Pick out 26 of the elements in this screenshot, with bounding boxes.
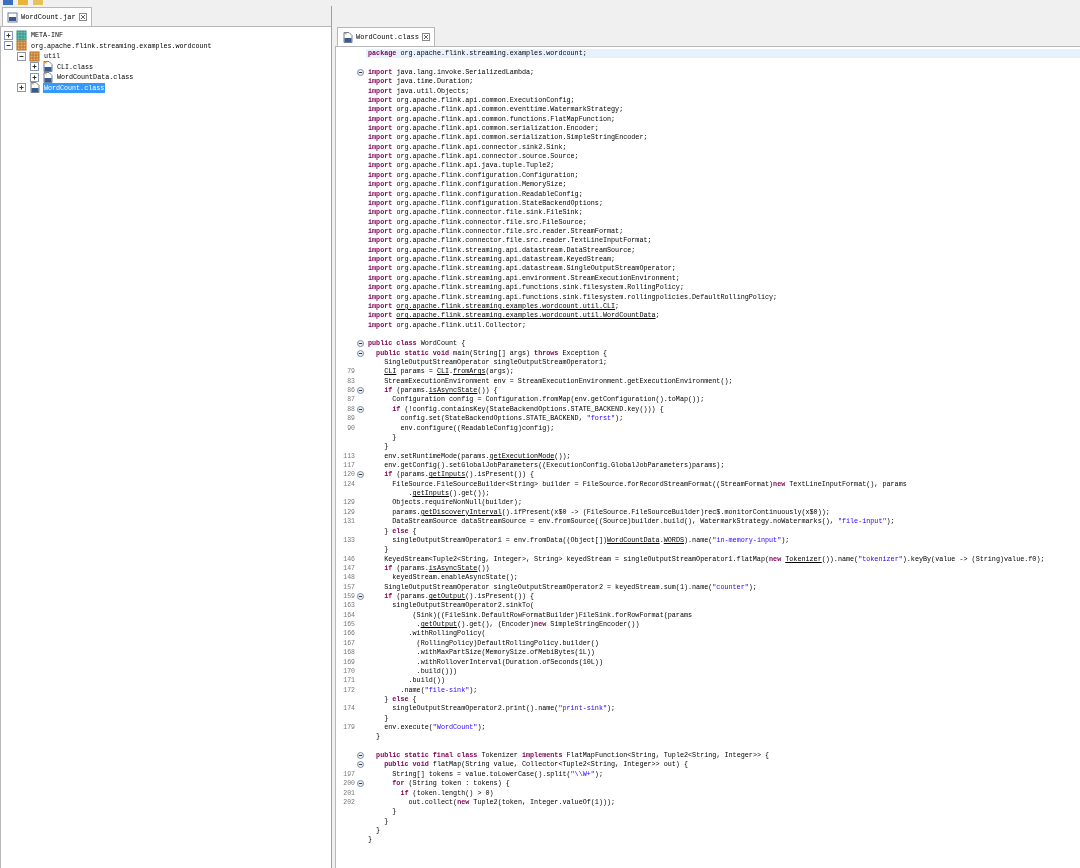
plus-box-icon[interactable] — [17, 83, 26, 93]
class-file-icon — [42, 61, 53, 73]
plus-box-icon[interactable] — [30, 62, 39, 72]
fold-icon[interactable] — [357, 593, 364, 600]
fold-icon[interactable] — [357, 405, 364, 413]
fold-icon[interactable] — [357, 471, 364, 479]
fold-icon[interactable] — [357, 68, 364, 76]
plus-box-icon[interactable] — [4, 30, 13, 40]
jar-file-icon — [7, 11, 18, 23]
minus-box-icon[interactable] — [4, 41, 13, 51]
fold-icon[interactable] — [357, 349, 364, 357]
close-icon — [422, 33, 430, 41]
class-file-icon — [29, 82, 40, 94]
class-file-icon — [42, 71, 53, 83]
close-icon — [78, 13, 87, 21]
fold-icon[interactable] — [357, 780, 364, 788]
fold-icon[interactable] — [357, 387, 364, 395]
grid-icon — [29, 50, 40, 62]
grid-icon — [16, 40, 27, 52]
fold-icon[interactable] — [357, 752, 364, 760]
grid-icon — [16, 29, 27, 41]
plus-box-icon[interactable] — [30, 72, 39, 82]
class-file-icon — [342, 31, 353, 43]
minus-box-icon[interactable] — [17, 51, 26, 61]
fold-icon[interactable] — [357, 340, 364, 348]
fold-icon[interactable] — [357, 761, 364, 769]
